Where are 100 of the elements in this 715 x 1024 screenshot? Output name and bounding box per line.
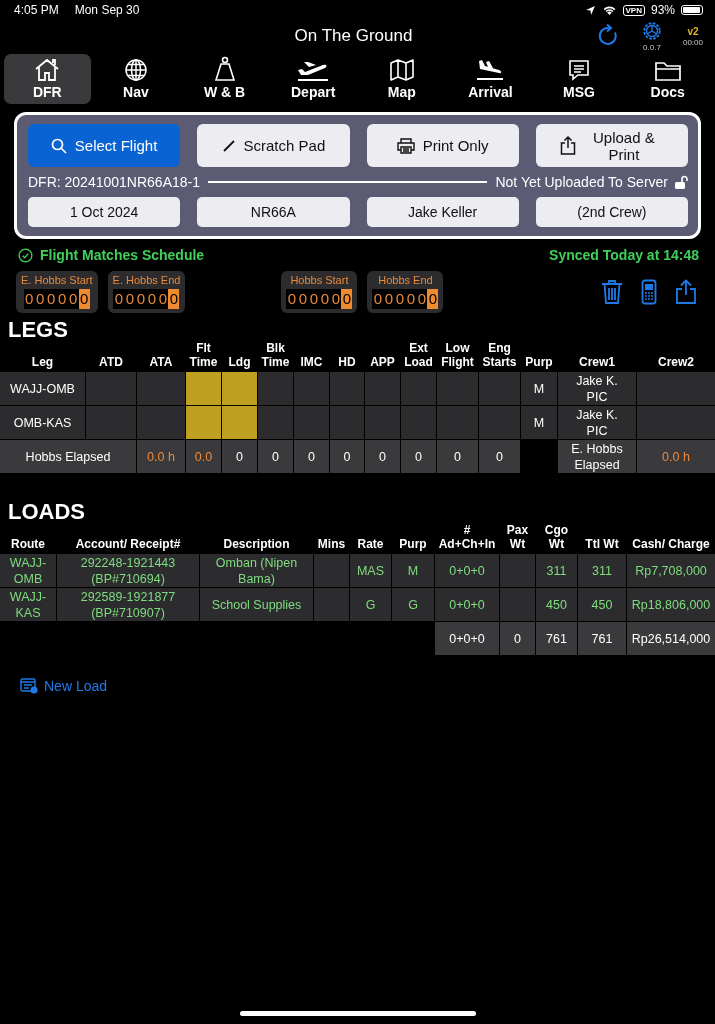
meter-digit: 0 bbox=[68, 289, 79, 309]
hobbs-meter[interactable]: Hobbs End 0 0 0 0 0 0 bbox=[367, 271, 444, 313]
meter-digit: 0 bbox=[286, 289, 298, 309]
table-cell: 0 bbox=[500, 622, 535, 655]
action-button[interactable]: Scratch Pad bbox=[197, 124, 350, 167]
column-header: Leg bbox=[30, 354, 55, 371]
meter-digit: 0 bbox=[405, 289, 417, 309]
meter-tenth-digit: 0 bbox=[341, 289, 353, 309]
table-cell: Rp18,806,000 bbox=[627, 588, 715, 621]
table-cell: 0.0 h bbox=[137, 440, 185, 473]
location-icon bbox=[584, 4, 596, 16]
table-cell: 450 bbox=[536, 588, 577, 621]
nav-tab[interactable]: Nav bbox=[92, 54, 180, 104]
column-header: Cash/ Charge bbox=[631, 536, 711, 553]
battery-icon bbox=[681, 5, 703, 15]
nav-tab[interactable]: Map bbox=[358, 54, 446, 104]
table-cell: Rp26,514,000 bbox=[627, 622, 715, 655]
table-cell: 0.0 bbox=[186, 440, 221, 473]
column-header: Crew1 bbox=[578, 354, 616, 371]
meter-digit: 0 bbox=[372, 289, 384, 309]
table-cell: 0 bbox=[330, 440, 364, 473]
landings-cell[interactable] bbox=[222, 372, 257, 405]
action-button[interactable]: Print Only bbox=[366, 124, 519, 167]
nav-tab[interactable]: Docs bbox=[624, 54, 711, 104]
meter-digit: 0 bbox=[24, 289, 35, 309]
table-cell: E. Hobbs Elapsed bbox=[558, 440, 636, 473]
section-heading: LEGS bbox=[7, 316, 69, 341]
nav-tab[interactable]: W & B bbox=[181, 54, 268, 104]
table-cell: 311 bbox=[578, 554, 626, 587]
table-cell: 0 bbox=[222, 440, 257, 473]
column-header: Flt Time bbox=[188, 341, 219, 371]
meter-digit: 0 bbox=[113, 289, 125, 309]
flight-field[interactable]: (2nd Crew) bbox=[535, 197, 688, 227]
meter-digit: 0 bbox=[319, 289, 331, 309]
meter-digit: 0 bbox=[57, 289, 68, 309]
section-heading: LOADS bbox=[7, 498, 86, 523]
dfr-number: DFR: 20241001NR66A18-1 bbox=[28, 174, 200, 190]
plane-landing-icon bbox=[475, 58, 506, 82]
table-cell: 761 bbox=[578, 622, 626, 655]
table-cell: 0+0+0 bbox=[435, 588, 499, 621]
vpn-badge: VPN bbox=[622, 4, 645, 16]
column-header: Route bbox=[10, 536, 46, 553]
check-circle-icon bbox=[18, 247, 33, 263]
table-cell: 450 bbox=[578, 588, 626, 621]
new-load-link[interactable]: New Load bbox=[14, 677, 114, 695]
column-header: Rate bbox=[356, 536, 385, 553]
meter-digit: 0 bbox=[308, 289, 320, 309]
column-header: Crew2 bbox=[657, 354, 695, 371]
column-header: Description bbox=[222, 536, 291, 553]
hobbs-meter[interactable]: E. Hobbs Start 0 0 0 0 0 0 bbox=[16, 271, 98, 313]
table-cell: 0 bbox=[365, 440, 400, 473]
meter-digit: 0 bbox=[383, 289, 395, 309]
column-header: ATD bbox=[98, 354, 124, 371]
landings-cell[interactable] bbox=[222, 406, 257, 439]
meter-digit: 0 bbox=[330, 289, 342, 309]
table-cell: 0+0+0 bbox=[435, 554, 499, 587]
column-header: Mins bbox=[316, 536, 347, 553]
share-icon[interactable] bbox=[675, 279, 697, 305]
column-header: Purp bbox=[524, 354, 554, 371]
table-cell: WAJJ-OMB bbox=[0, 554, 56, 587]
table-cell: M bbox=[392, 554, 434, 587]
phone-icon[interactable] bbox=[641, 279, 657, 305]
gear-icon[interactable] bbox=[640, 20, 663, 42]
table-cell: G bbox=[350, 588, 391, 621]
column-header: ATA bbox=[148, 354, 174, 371]
action-button[interactable]: Select Flight bbox=[28, 124, 181, 167]
column-header: Account/ Receipt# bbox=[74, 536, 182, 553]
flight-field[interactable]: NR66A bbox=[197, 197, 350, 227]
meter-digit: 0 bbox=[135, 289, 147, 309]
sync-status: Synced Today at 14:48 bbox=[549, 247, 699, 263]
action-button[interactable]: Upload & Print bbox=[535, 124, 688, 167]
hobbs-meter[interactable]: Hobbs Start 0 0 0 0 0 0 bbox=[281, 271, 358, 313]
nav-tab[interactable]: MSG bbox=[535, 54, 623, 104]
flight-time-cell[interactable] bbox=[186, 372, 221, 405]
column-header: HD bbox=[337, 354, 357, 371]
nav-tab[interactable]: Arrival bbox=[447, 54, 534, 104]
hobbs-meter[interactable]: E. Hobbs End 0 0 0 0 0 0 bbox=[107, 271, 186, 313]
unlocked-padlock-icon[interactable] bbox=[674, 174, 688, 190]
flight-field[interactable]: Jake Keller bbox=[366, 197, 519, 227]
table-cell: 0 bbox=[258, 440, 293, 473]
home-indicator[interactable] bbox=[239, 1011, 476, 1016]
table-cell: 0 bbox=[401, 440, 436, 473]
flight-time-cell[interactable] bbox=[186, 406, 221, 439]
flight-field[interactable]: 1 Oct 2024 bbox=[28, 197, 181, 227]
nav-tab[interactable]: Depart bbox=[269, 54, 357, 104]
meter-digit: 0 bbox=[416, 289, 428, 309]
meter-tenth-digit: 0 bbox=[427, 289, 439, 309]
screen-title: On The Ground bbox=[293, 26, 414, 46]
column-header: # Ad+Ch+In bbox=[437, 523, 497, 553]
meter-digit: 0 bbox=[394, 289, 406, 309]
nav-tab[interactable]: DFR bbox=[4, 54, 91, 104]
table-cell: Hobbs Elapsed bbox=[0, 440, 136, 473]
weight-icon bbox=[213, 56, 236, 82]
column-header: Pax Wt bbox=[505, 523, 530, 553]
column-header: Low Flight bbox=[440, 341, 475, 371]
trash-icon[interactable] bbox=[601, 279, 623, 305]
timer-label: 00:00 bbox=[682, 37, 703, 47]
chat-icon bbox=[567, 58, 592, 82]
table-cell: 0.0 h bbox=[637, 440, 715, 473]
column-header: Ttl Wt bbox=[584, 536, 620, 553]
